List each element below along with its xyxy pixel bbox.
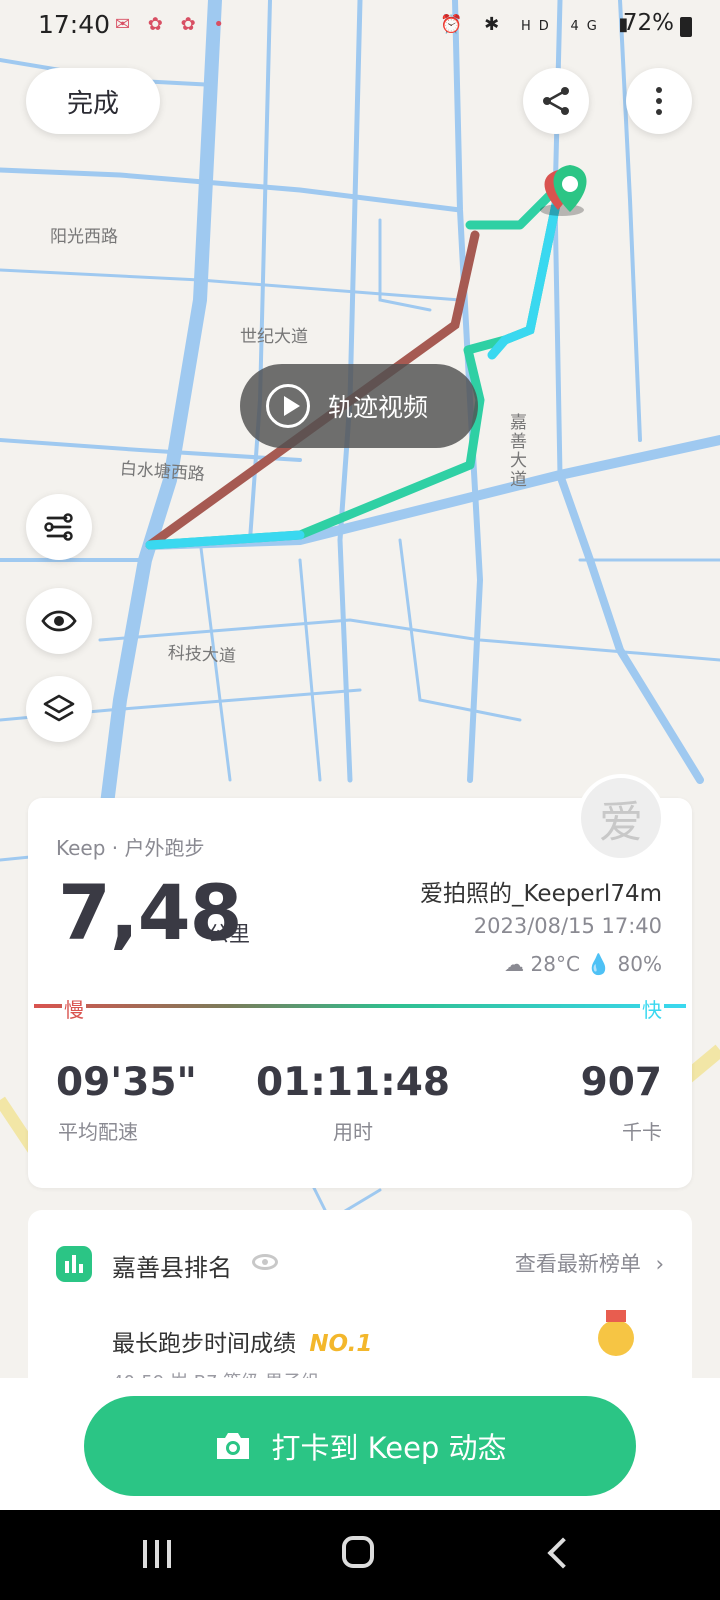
cloud-icon: ☁	[504, 952, 525, 976]
status-time: 17:40	[38, 10, 111, 39]
back-button[interactable]	[547, 1537, 579, 1569]
ranking-eye-icon[interactable]	[252, 1254, 278, 1270]
map-label-yangguang: 阳光西路	[50, 227, 118, 247]
rank-badge: NO.1	[309, 1331, 373, 1357]
route-settings-button[interactable]	[26, 494, 92, 560]
track-video-button[interactable]: 轨迹视频	[240, 364, 478, 448]
username: 爱拍照的_Keeperl74m	[419, 881, 662, 907]
slow-label: 慢	[62, 994, 86, 1023]
notification-icons: ✉ ✿ ✿ •	[115, 14, 231, 35]
battery-icon	[680, 17, 692, 37]
route-settings-icon	[44, 513, 73, 541]
home-button[interactable]	[342, 1536, 374, 1568]
chevron-right-icon: ›	[655, 1252, 664, 1276]
fast-label: 快	[640, 994, 664, 1023]
activity-datetime: 2023/08/15 17:40	[473, 914, 662, 938]
view-latest-label: 查看最新榜单	[514, 1252, 641, 1276]
done-button[interactable]: 完成	[26, 68, 160, 134]
pace-gradient-bar	[34, 1004, 686, 1008]
humidity-icon: 💧	[586, 952, 612, 976]
battery-text: 72%	[622, 10, 674, 36]
avatar[interactable]: 爱	[577, 774, 665, 862]
duration-label: 用时	[333, 1120, 373, 1144]
check-in-button[interactable]: 打卡到 Keep 动态	[84, 1396, 636, 1496]
ranking-chart-icon	[56, 1246, 92, 1282]
track-video-label: 轨迹视频	[328, 393, 429, 422]
calories-value: 907	[580, 1060, 662, 1105]
medal-icon	[598, 1310, 634, 1356]
view-latest-link[interactable]: 查看最新榜单 ›	[515, 1248, 664, 1278]
ranking-title: 嘉善县排名	[112, 1254, 232, 1282]
eye-icon	[41, 610, 77, 632]
play-icon	[266, 384, 310, 428]
temperature: 28°C	[530, 952, 580, 976]
network-label: 4G	[570, 19, 605, 34]
system-icons: ⏰ ✱ HD 4G ▮	[440, 14, 637, 35]
more-vertical-icon	[656, 87, 662, 115]
recent-apps-button[interactable]	[140, 1538, 174, 1570]
map-view[interactable]	[0, 0, 720, 1400]
weather: ☁ 28°C 💧 80%	[504, 952, 662, 976]
map-label-jiashan: 嘉善大道	[510, 413, 527, 490]
run-summary-card: Keep · 户外跑步 7,48 公里 爱拍照的_Keeperl74m 2023…	[28, 798, 692, 1188]
check-in-label: 打卡到 Keep 动态	[271, 1431, 507, 1465]
more-button[interactable]	[626, 68, 692, 134]
status-bar: 17:40 ✉ ✿ ✿ • ⏰ ✱ HD 4G ▮ 72%	[0, 0, 720, 52]
calories-label: 千卡	[622, 1120, 662, 1144]
visibility-button[interactable]	[26, 588, 92, 654]
ranking-item-title: 最长跑步时间成绩 NO.1	[112, 1324, 372, 1358]
distance-unit: 公里	[208, 922, 250, 946]
system-nav-bar	[0, 1510, 720, 1600]
humidity: 80%	[617, 952, 662, 976]
map-label-shiji: 世纪大道	[240, 327, 308, 347]
share-icon	[543, 87, 569, 115]
hd-label: HD	[520, 19, 557, 34]
camera-icon	[217, 1433, 250, 1459]
ranking-item-label: 最长跑步时间成绩	[112, 1331, 296, 1357]
layers-button[interactable]	[26, 676, 92, 742]
share-button[interactable]	[523, 68, 589, 134]
map-label-keji: 科技大道	[167, 643, 237, 667]
activity-source: Keep · 户外跑步	[56, 836, 205, 860]
layers-icon	[43, 694, 75, 722]
